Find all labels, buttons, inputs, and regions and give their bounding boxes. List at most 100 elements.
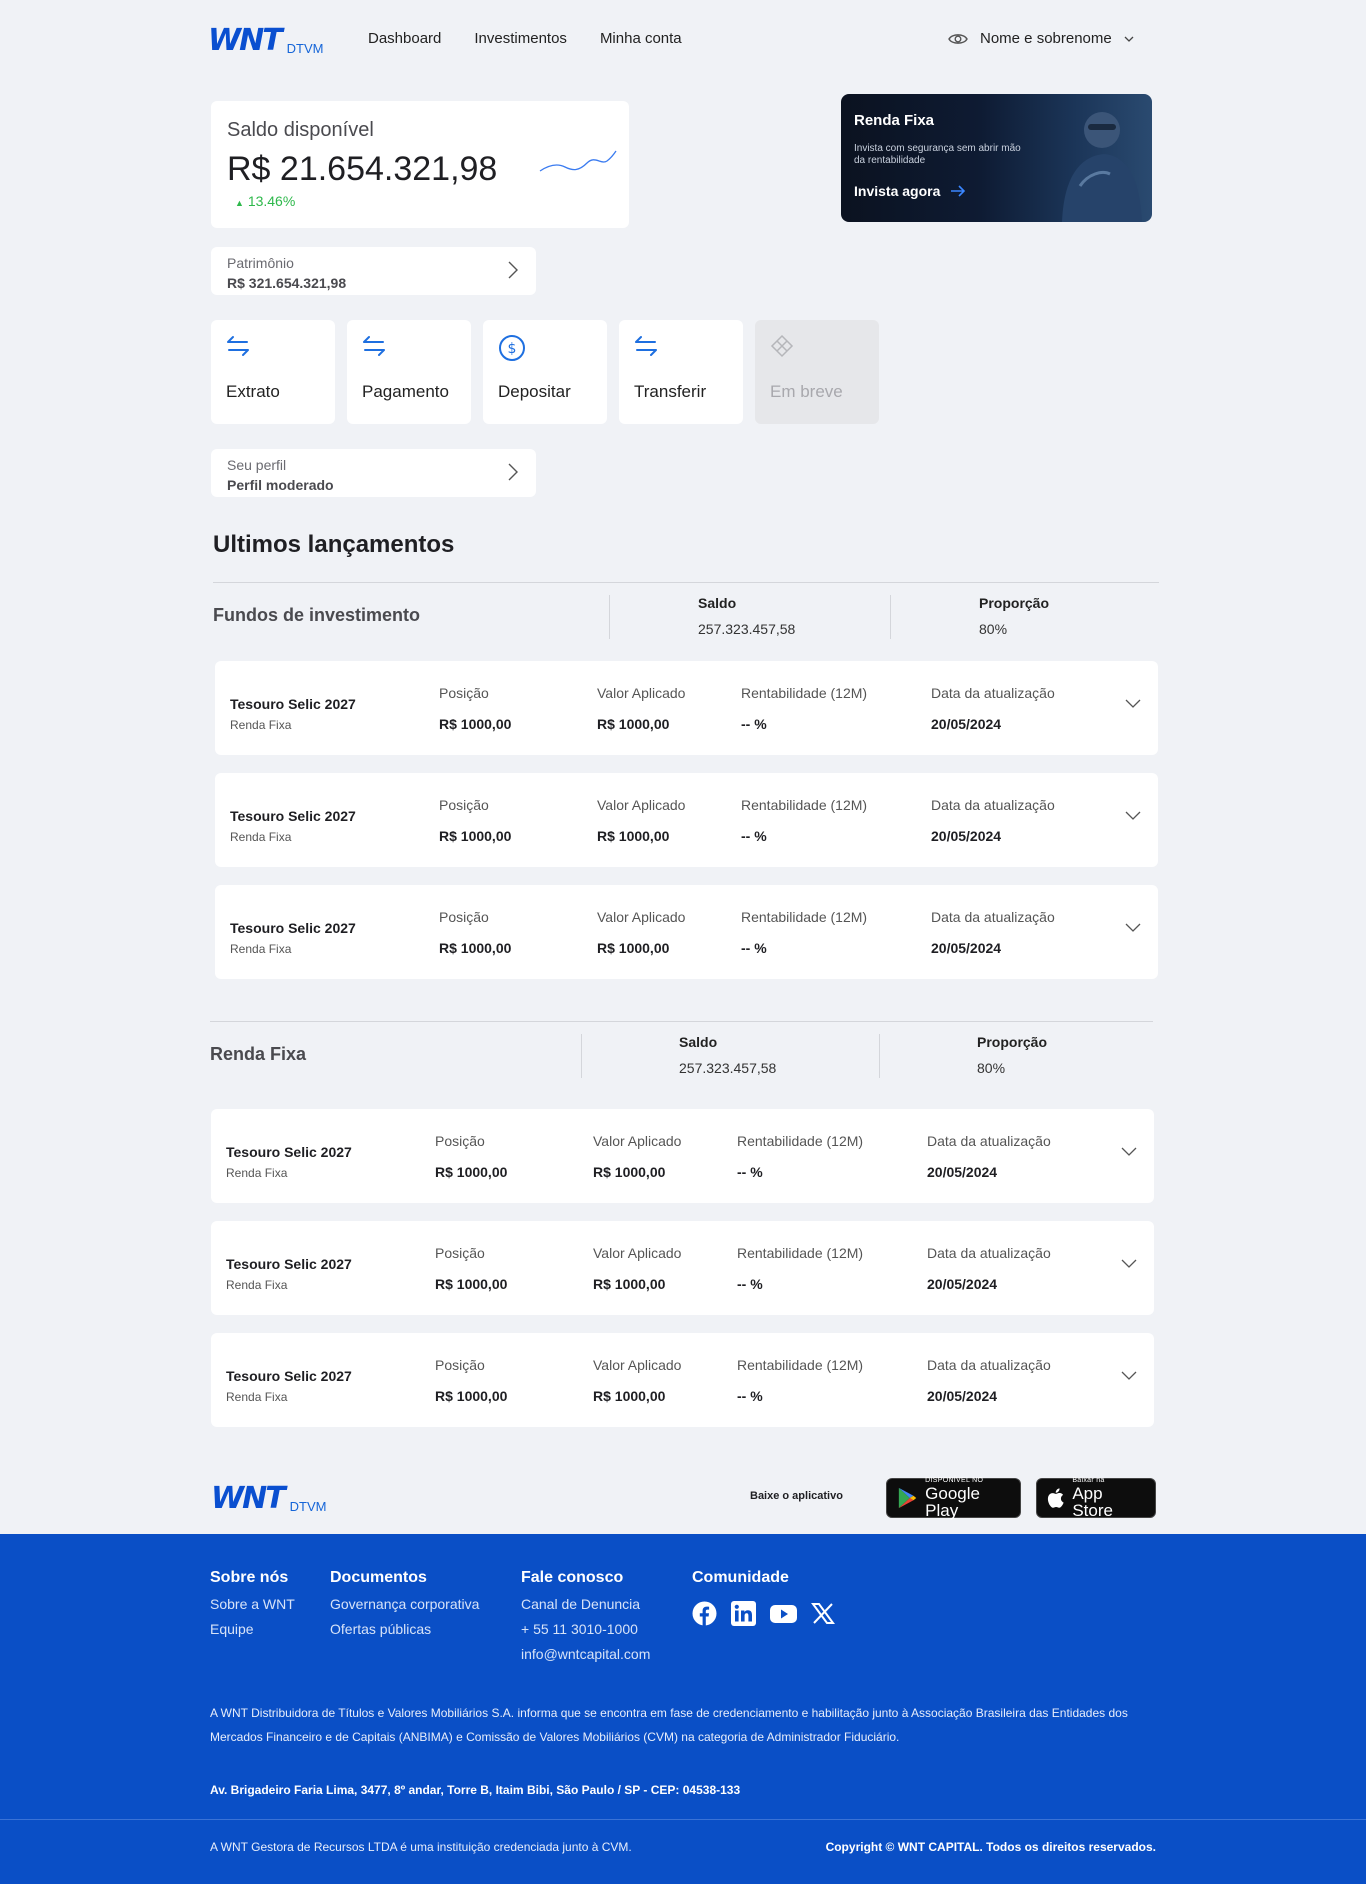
group-header: Fundos de investimento Saldo 257.323.457… <box>213 582 1159 639</box>
chevron-down-icon[interactable] <box>1121 1147 1137 1157</box>
valor-aplicado-value: R$ 1000,00 <box>597 828 670 844</box>
footer-col-title: Fale conosco <box>521 1569 624 1586</box>
nav-item-dashboard[interactable]: Dashboard <box>368 30 441 47</box>
action-label: Pagamento <box>362 382 449 401</box>
posicao-label: Posição <box>439 797 489 813</box>
footer-col-title: Comunidade <box>692 1569 789 1586</box>
main-nav: Dashboard Investimentos Minha conta <box>368 30 682 47</box>
app-store-button[interactable]: Baixar na App Store <box>1036 1477 1156 1520</box>
asset-row[interactable]: Tesouro Selic 2027 Renda Fixa Posição R$… <box>215 773 1158 867</box>
valor-aplicado-label: Valor Aplicado <box>597 909 686 925</box>
asset-row[interactable]: Tesouro Selic 2027 Renda Fixa Posição R$… <box>215 885 1158 979</box>
brand-logo[interactable]: WNT DTVM <box>208 26 324 56</box>
footer-divider <box>0 1819 1366 1820</box>
linkedin-icon[interactable] <box>731 1601 756 1626</box>
data-label: Data da atualização <box>927 1245 1051 1261</box>
valor-aplicado-value: R$ 1000,00 <box>597 716 670 732</box>
youtube-icon[interactable] <box>770 1601 797 1626</box>
google-play-small: DISPONÍVEL NO <box>925 1477 984 1484</box>
action-label: Em breve <box>770 382 843 401</box>
apple-icon <box>1047 1488 1064 1508</box>
perfil-label: Seu perfil <box>227 457 287 473</box>
app-store-big: App Store <box>1072 1484 1113 1520</box>
footer-col-documentos: Documentos Governança corporativa Oferta… <box>330 1569 479 1637</box>
promo-cta-label: Invista agora <box>854 183 941 199</box>
chevron-down-icon[interactable] <box>1125 811 1141 821</box>
promo-description: Invista com segurança sem abrir mão da r… <box>854 143 1021 166</box>
asset-name: Tesouro Selic 2027 <box>226 1144 352 1160</box>
data-label: Data da atualização <box>931 685 1055 701</box>
footer-col-contato: Fale conosco Canal de Denuncia + 55 11 3… <box>521 1569 650 1662</box>
rentabilidade-label: Rentabilidade (12M) <box>737 1357 864 1373</box>
chevron-right-icon <box>508 463 518 481</box>
asset-row[interactable]: Tesouro Selic 2027 Renda Fixa Posição R$… <box>211 1333 1154 1427</box>
footer-link[interactable]: Canal de Denuncia <box>521 1596 650 1612</box>
posicao-value: R$ 1000,00 <box>435 1276 508 1292</box>
action-transferir[interactable]: Transferir <box>619 320 743 424</box>
footer-link[interactable]: info@wntcapital.com <box>521 1646 650 1662</box>
footer-link[interactable]: Ofertas públicas <box>330 1621 479 1637</box>
patrimonio-card[interactable]: Patrimônio R$ 321.654.321,98 <box>211 247 536 295</box>
footer-logo[interactable]: WNT DTVM <box>211 1484 327 1514</box>
asset-type: Renda Fixa <box>230 718 292 732</box>
posicao-label: Posição <box>435 1357 485 1373</box>
eye-icon[interactable] <box>948 32 968 46</box>
download-label: Baixe o aplicativo <box>750 1490 843 1502</box>
chevron-down-icon <box>1124 36 1134 42</box>
nav-item-minha-conta[interactable]: Minha conta <box>600 30 682 47</box>
rentabilidade-value: -- % <box>741 716 767 732</box>
asset-name: Tesouro Selic 2027 <box>230 808 356 824</box>
rentabilidade-label: Rentabilidade (12M) <box>737 1245 864 1261</box>
divider <box>879 1034 880 1078</box>
asset-row[interactable]: Tesouro Selic 2027 Renda Fixa Posição R$… <box>211 1109 1154 1203</box>
svg-text:$: $ <box>508 341 517 357</box>
diamond-icon <box>770 334 794 358</box>
balance-variation: ▲ 13.46% <box>235 193 613 209</box>
footer-link[interactable]: + 55 11 3010-1000 <box>521 1621 650 1637</box>
perfil-card[interactable]: Seu perfil Perfil moderado <box>211 449 536 497</box>
footer-col-title: Sobre nós <box>210 1569 289 1586</box>
chevron-down-icon[interactable] <box>1121 1371 1137 1381</box>
action-depositar[interactable]: $ Depositar <box>483 320 607 424</box>
data-value: 20/05/2024 <box>927 1388 998 1404</box>
rentabilidade-value: -- % <box>737 1276 763 1292</box>
chevron-down-icon[interactable] <box>1121 1259 1137 1269</box>
action-pagamento[interactable]: Pagamento <box>347 320 471 424</box>
asset-row[interactable]: Tesouro Selic 2027 Renda Fixa Posição R$… <box>211 1221 1154 1315</box>
posicao-value: R$ 1000,00 <box>439 828 512 844</box>
action-em-breve: Em breve <box>755 320 879 424</box>
app-store-small: Baixar na <box>1072 1477 1105 1484</box>
proporcao-value: 80% <box>977 1060 1006 1076</box>
nav-item-investimentos[interactable]: Investimentos <box>474 30 567 47</box>
posicao-value: R$ 1000,00 <box>435 1164 508 1180</box>
posicao-label: Posição <box>439 909 489 925</box>
action-label: Extrato <box>226 382 280 401</box>
balance-card: Saldo disponível R$ 21.654.321,98 ▲ 13.4… <box>211 101 629 228</box>
footer-link[interactable]: Equipe <box>210 1621 295 1637</box>
facebook-icon[interactable] <box>692 1601 717 1626</box>
footer-link[interactable]: Sobre a WNT <box>210 1596 295 1612</box>
rentabilidade-label: Rentabilidade (12M) <box>741 909 868 925</box>
chevron-down-icon[interactable] <box>1125 699 1141 709</box>
balance-label: Saldo disponível <box>227 119 374 141</box>
social-links <box>692 1601 835 1626</box>
chevron-right-icon <box>508 261 518 279</box>
chevron-down-icon[interactable] <box>1125 923 1141 933</box>
arrow-right-icon <box>951 185 966 197</box>
asset-row[interactable]: Tesouro Selic 2027 Renda Fixa Posição R$… <box>215 661 1158 755</box>
rentabilidade-value: -- % <box>741 828 767 844</box>
action-extrato[interactable]: Extrato <box>211 320 335 424</box>
data-value: 20/05/2024 <box>927 1164 998 1180</box>
asset-type: Renda Fixa <box>226 1166 288 1180</box>
group-name: Fundos de investimento <box>213 605 421 625</box>
google-play-button[interactable]: DISPONÍVEL NO Google Play <box>886 1477 1021 1519</box>
data-value: 20/05/2024 <box>931 716 1002 732</box>
promo-banner[interactable]: Renda Fixa Invista com segurança sem abr… <box>841 94 1152 222</box>
footer-link[interactable]: Governança corporativa <box>330 1596 479 1612</box>
transfer-arrows-icon <box>635 336 657 356</box>
brand-mark: WNT <box>208 23 283 58</box>
saldo-label: Saldo <box>679 1034 718 1050</box>
user-menu[interactable]: Nome e sobrenome <box>948 30 1134 47</box>
asset-type: Renda Fixa <box>230 942 292 956</box>
x-icon[interactable] <box>811 1601 835 1626</box>
